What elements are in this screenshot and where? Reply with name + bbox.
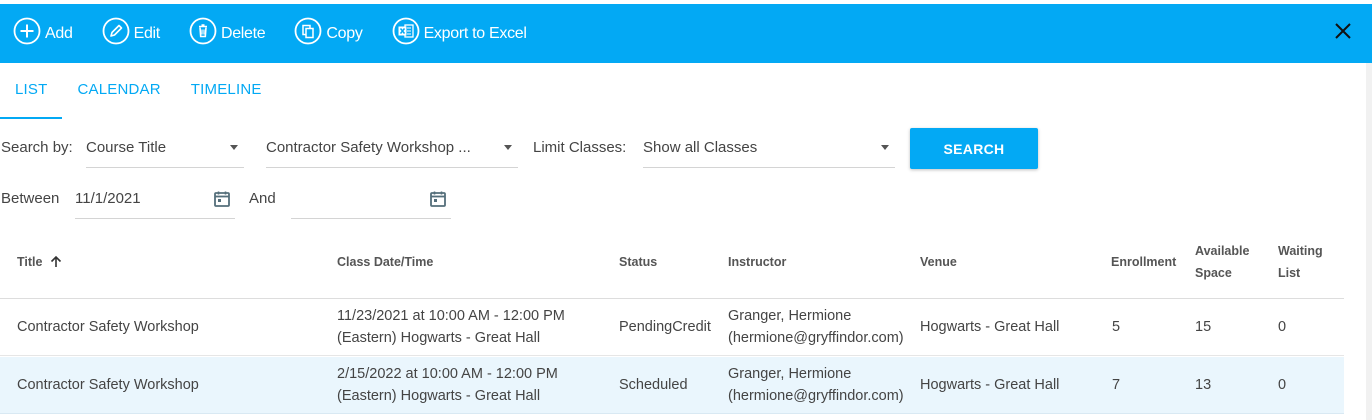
cell-enrollment: 5 <box>1112 319 1121 335</box>
cell-available: 15 <box>1195 319 1212 335</box>
chevron-down-icon <box>881 145 889 150</box>
column-header-instructor[interactable]: Instructor <box>728 251 786 273</box>
sort-up-arrow-icon <box>51 255 62 267</box>
cell-venue: Hogwarts - Great Hall <box>920 377 1060 393</box>
delete-label: Delete <box>220 24 266 42</box>
cell-waiting: 0 <box>1278 319 1287 335</box>
tab-timeline[interactable]: TIMELINE <box>176 63 277 117</box>
search-by-label: Search by: <box>1 139 73 156</box>
cell-venue: Hogwarts - Great Hall <box>920 319 1060 335</box>
copy-icon <box>294 17 326 50</box>
search-by-value: Course Title <box>86 139 167 156</box>
cell-status: Scheduled <box>619 377 688 393</box>
available-label-line2: Space <box>1195 266 1232 280</box>
cell-date-line2: (Eastern) Hogwarts - Great Hall <box>337 330 541 346</box>
column-header-title[interactable]: Title <box>17 251 63 273</box>
column-header-status[interactable]: Status <box>619 251 657 273</box>
cell-instructor-line1: Granger, Hermione <box>728 366 852 382</box>
cell-instructor-line2: (hermione@gryffindor.com) <box>728 388 904 404</box>
cell-date-line2: (Eastern) Hogwarts - Great Hall <box>337 388 541 404</box>
cell-title: Contractor Safety Workshop <box>17 319 199 335</box>
cell-instructor: Granger, Hermione (hermione@gryffindor.c… <box>728 363 904 407</box>
add-icon <box>13 17 45 50</box>
chevron-down-icon <box>504 145 512 150</box>
toolbar: Add Edit Delete Copy Export to Excel <box>0 4 1372 63</box>
start-date-input[interactable]: 11/1/2021 <box>75 179 235 219</box>
tab-list[interactable]: LIST <box>0 63 63 119</box>
export-label: Export to Excel <box>423 24 527 42</box>
scrollbar[interactable] <box>1366 63 1372 420</box>
search-button[interactable]: SEARCH <box>910 128 1038 169</box>
close-button[interactable] <box>1330 18 1356 44</box>
limit-classes-value: Show all Classes <box>643 139 758 156</box>
chevron-down-icon <box>230 145 238 150</box>
available-label-line1: Available <box>1195 244 1250 258</box>
cell-status: PendingCredit <box>619 319 711 335</box>
waiting-label-line1: Waiting <box>1278 244 1323 258</box>
end-date-input[interactable] <box>291 179 451 219</box>
cell-title: Contractor Safety Workshop <box>17 377 199 393</box>
close-icon <box>1330 23 1356 48</box>
between-label: Between <box>1 190 60 207</box>
search-by-select[interactable]: Course Title <box>86 128 244 168</box>
calendar-icon[interactable] <box>429 190 447 208</box>
tab-calendar[interactable]: CALENDAR <box>62 63 175 117</box>
column-title-label: Title <box>17 255 43 269</box>
cell-date: 11/23/2021 at 10:00 AM - 12:00 PM (Easte… <box>337 305 565 349</box>
trash-icon <box>189 17 221 50</box>
cell-date-line1: 11/23/2021 at 10:00 AM - 12:00 PM <box>337 308 565 324</box>
excel-icon <box>392 17 424 50</box>
cell-instructor: Granger, Hermione (hermione@gryffindor.c… <box>728 305 904 349</box>
view-tabs: LIST CALENDAR TIMELINE <box>0 63 277 119</box>
column-header-date[interactable]: Class Date/Time <box>337 251 433 273</box>
add-label: Add <box>45 24 73 42</box>
cell-instructor-line2: (hermione@gryffindor.com) <box>728 330 904 346</box>
column-header-enrollment[interactable]: Enrollment <box>1111 251 1176 273</box>
edit-icon <box>102 17 134 50</box>
start-date-value: 11/1/2021 <box>75 190 141 207</box>
export-excel-button[interactable]: Export to Excel <box>392 17 527 50</box>
limit-classes-label: Limit Classes: <box>533 139 627 156</box>
cell-instructor-line1: Granger, Hermione <box>728 308 852 324</box>
delete-button[interactable]: Delete <box>189 17 266 50</box>
course-value: Contractor Safety Workshop ... <box>266 139 471 156</box>
copy-button[interactable]: Copy <box>294 17 363 50</box>
copy-label: Copy <box>326 24 363 42</box>
and-label: And <box>249 190 276 207</box>
cell-date: 2/15/2022 at 10:00 AM - 12:00 PM (Easter… <box>337 363 558 407</box>
calendar-icon[interactable] <box>213 190 231 208</box>
edit-button[interactable]: Edit <box>102 17 160 50</box>
table-row[interactable]: Contractor Safety Workshop 2/15/2022 at … <box>0 357 1344 414</box>
course-select[interactable]: Contractor Safety Workshop ... <box>266 128 518 168</box>
column-header-venue[interactable]: Venue <box>920 251 957 273</box>
add-button[interactable]: Add <box>13 17 73 50</box>
waiting-label-line2: List <box>1278 266 1301 280</box>
cell-available: 13 <box>1195 377 1212 393</box>
limit-classes-select[interactable]: Show all Classes <box>643 128 895 168</box>
edit-label: Edit <box>133 24 161 42</box>
cell-waiting: 0 <box>1278 377 1287 393</box>
table-row[interactable]: Contractor Safety Workshop 11/23/2021 at… <box>0 299 1344 356</box>
column-header-waiting-list[interactable]: Waiting List <box>1278 240 1323 284</box>
cell-enrollment: 7 <box>1112 377 1121 393</box>
cell-date-line1: 2/15/2022 at 10:00 AM - 12:00 PM <box>337 366 558 382</box>
column-header-available-space[interactable]: Available Space <box>1195 240 1249 284</box>
